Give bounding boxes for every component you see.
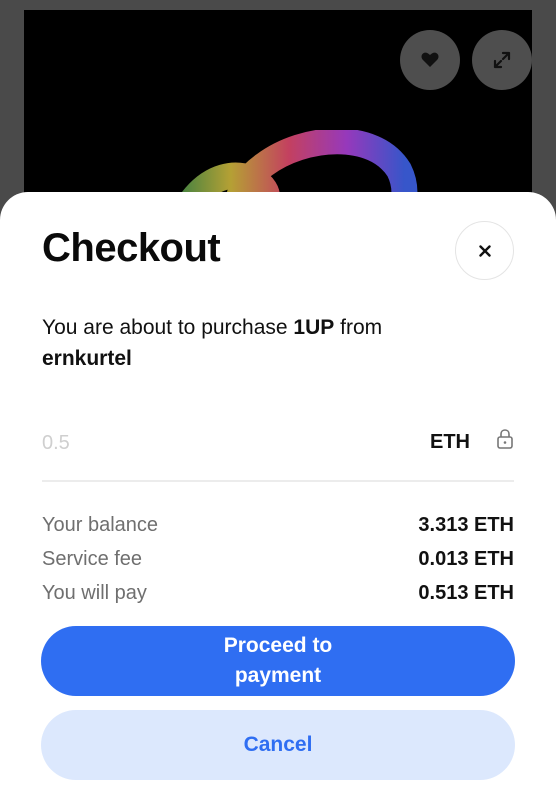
service-fee-label: Service fee: [42, 547, 143, 570]
description-middle: from: [334, 316, 383, 339]
proceed-to-payment-button[interactable]: Proceed to payment: [41, 626, 515, 696]
lock-icon: [497, 429, 513, 449]
cancel-button[interactable]: Cancel: [41, 710, 515, 780]
service-fee-value: 0.013 ETH: [418, 547, 514, 570]
expand-button[interactable]: [472, 30, 532, 90]
description-prefix: You are about to purchase: [42, 316, 294, 339]
close-icon: [478, 244, 491, 257]
checkout-sheet: Checkout You are about to purchase 1UP f…: [0, 192, 556, 800]
purchase-description: You are about to purchase 1UP from ernkur…: [42, 312, 512, 374]
close-button[interactable]: [455, 221, 514, 280]
amount-field-row: ETH: [42, 428, 514, 482]
favorite-button[interactable]: [400, 30, 460, 90]
expand-icon: [493, 51, 511, 69]
total-label: You will pay: [42, 581, 147, 604]
total-value: 0.513 ETH: [418, 581, 514, 604]
summary-row-fee: Service fee 0.013 ETH: [42, 542, 514, 576]
summary-row-total: You will pay 0.513 ETH: [42, 576, 514, 610]
amount-input[interactable]: [42, 428, 342, 458]
page-title: Checkout: [42, 226, 221, 270]
heart-icon: [421, 52, 439, 67]
proceed-button-label: Proceed to payment: [223, 634, 333, 687]
item-name: 1UP: [293, 316, 335, 339]
balance-value: 3.313 ETH: [418, 513, 514, 536]
balance-label: Your balance: [42, 513, 159, 536]
payment-summary: Your balance 3.313 ETH Service fee 0.013…: [42, 508, 514, 610]
currency-label: ETH: [430, 431, 470, 453]
summary-row-balance: Your balance 3.313 ETH: [42, 508, 514, 542]
seller-name: ernkurtel: [42, 347, 132, 370]
